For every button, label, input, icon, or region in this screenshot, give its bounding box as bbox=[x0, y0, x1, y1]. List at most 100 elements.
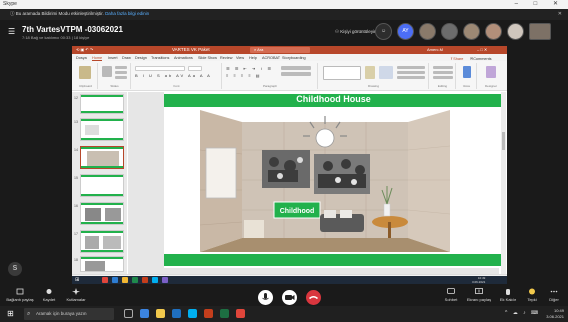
skype-icon[interactable] bbox=[152, 277, 158, 283]
slide-thumbnail[interactable] bbox=[80, 202, 124, 225]
tab-animations[interactable]: Animations bbox=[174, 56, 193, 60]
skype-logo-icon[interactable]: S bbox=[8, 262, 22, 276]
font-family-select[interactable] bbox=[135, 66, 185, 71]
slide-thumbnail-selected[interactable] bbox=[80, 146, 124, 169]
slide-thumbnail[interactable] bbox=[80, 230, 124, 253]
banner-link[interactable]: Daha fazla bilgi edinin bbox=[105, 11, 149, 16]
shape-outline-icon[interactable] bbox=[397, 71, 425, 74]
word-icon[interactable] bbox=[172, 309, 181, 318]
slide-scrollbar[interactable] bbox=[501, 92, 506, 274]
powerpoint-icon[interactable] bbox=[142, 277, 148, 283]
tab-storyboarding[interactable]: Storyboarding bbox=[282, 56, 306, 60]
reset-icon[interactable] bbox=[115, 71, 127, 74]
section-icon[interactable] bbox=[115, 76, 127, 79]
more-button[interactable]: Diğer bbox=[544, 288, 564, 302]
slide-thumbnail[interactable] bbox=[80, 118, 124, 141]
new-slide-icon[interactable] bbox=[102, 66, 112, 77]
slide-thumbnail[interactable] bbox=[80, 94, 124, 114]
ppt-search-input[interactable]: ⌕ Ara bbox=[250, 47, 310, 53]
slide-thumbnail[interactable] bbox=[80, 174, 124, 197]
ppt-window-controls[interactable]: – □ ✕ bbox=[477, 47, 487, 52]
reaction-button[interactable]: Tepki bbox=[522, 288, 542, 302]
autosave-toggle[interactable]: ⟲ ▣ ↶ ↷ bbox=[76, 47, 93, 52]
align-buttons[interactable]: ≡ ≡ ≡ ≡ ▤ bbox=[226, 73, 262, 78]
slide-thumbnail[interactable] bbox=[80, 256, 124, 272]
app-icon[interactable] bbox=[132, 277, 138, 283]
avatar[interactable] bbox=[463, 23, 480, 40]
comments-button[interactable]: ✉ Comments bbox=[470, 56, 492, 62]
invite-people-button[interactable]: ⚇ Kişiyi görüntüleyin bbox=[335, 29, 377, 35]
ppt-window-title: VARTES VK Paket bbox=[172, 47, 210, 52]
tab-transitions[interactable]: Transitions bbox=[151, 56, 169, 60]
window-title-bar: Skype – □ ✕ bbox=[0, 0, 568, 9]
powerpoint-icon[interactable] bbox=[204, 309, 213, 318]
chrome-icon[interactable] bbox=[236, 309, 245, 318]
tab-slideshow[interactable]: Slide Show bbox=[198, 56, 217, 60]
end-call-button[interactable] bbox=[306, 290, 321, 305]
avatar[interactable] bbox=[529, 23, 551, 40]
tab-review[interactable]: Review bbox=[220, 56, 232, 60]
font-size-select[interactable] bbox=[188, 66, 202, 71]
menu-icon[interactable]: ☰ bbox=[8, 27, 15, 36]
window-controls[interactable]: – □ ✕ bbox=[515, 0, 565, 7]
tab-help[interactable]: Help bbox=[249, 56, 257, 60]
excel-icon[interactable] bbox=[220, 309, 229, 318]
avatar[interactable] bbox=[419, 23, 436, 40]
share-button[interactable]: ⇪ Share bbox=[450, 56, 463, 62]
raise-hand-button[interactable]: Ek Kaldır bbox=[496, 288, 520, 302]
font-format-buttons[interactable]: B I U S ab AV Aa A A bbox=[135, 73, 212, 78]
tab-home[interactable]: Home bbox=[92, 56, 103, 61]
task-view-icon[interactable] bbox=[124, 309, 133, 318]
system-tray-clock[interactable]: 10:49 3.06.2021 bbox=[546, 308, 564, 320]
camera-button[interactable] bbox=[282, 290, 297, 305]
shape-fill-icon[interactable] bbox=[397, 66, 425, 69]
file-explorer-icon[interactable] bbox=[156, 309, 165, 318]
windows-start-icon[interactable]: ⊞ bbox=[7, 309, 14, 318]
align-text-icon[interactable] bbox=[281, 72, 311, 76]
shape-effects-icon[interactable] bbox=[397, 76, 425, 79]
close-icon[interactable]: ✕ bbox=[558, 11, 562, 17]
app-icon[interactable] bbox=[112, 277, 118, 283]
tray-icons[interactable]: ^ ☁ ♪ ⌨ bbox=[505, 310, 540, 316]
shapes-gallery[interactable] bbox=[323, 66, 361, 80]
tab-draw[interactable]: Draw bbox=[122, 56, 131, 60]
find-icon[interactable] bbox=[433, 66, 453, 69]
record-button[interactable]: Kaydet bbox=[38, 288, 60, 302]
skype-icon[interactable] bbox=[188, 309, 197, 318]
paragraph-buttons[interactable]: ☰ ☰ ⇤ ⇥ ↕ ☰ bbox=[226, 66, 273, 71]
slide-title[interactable]: Childhood House bbox=[164, 94, 503, 104]
app-icon[interactable] bbox=[122, 277, 128, 283]
avatar[interactable] bbox=[485, 23, 502, 40]
tab-acrobat[interactable]: ACROBAT bbox=[262, 56, 280, 60]
avatar[interactable] bbox=[441, 23, 458, 40]
paste-icon[interactable] bbox=[79, 66, 91, 79]
tab-design[interactable]: Design bbox=[135, 56, 147, 60]
text-direction-icon[interactable] bbox=[281, 66, 311, 70]
tab-insert[interactable]: Insert bbox=[108, 56, 118, 60]
avatar[interactable] bbox=[507, 23, 524, 40]
avatar[interactable]: AY bbox=[397, 23, 414, 40]
chat-button[interactable]: Sohbet bbox=[440, 288, 462, 302]
design-ideas-icon[interactable] bbox=[486, 66, 496, 78]
room-illustration[interactable]: Childhood bbox=[200, 110, 450, 252]
ppt-user[interactable]: Amerc.M bbox=[427, 47, 443, 52]
app-icon[interactable] bbox=[162, 277, 168, 283]
avatar[interactable]: ☺ bbox=[375, 23, 392, 40]
arrange-icon[interactable] bbox=[365, 66, 375, 79]
layout-icon[interactable] bbox=[115, 66, 127, 69]
edge-icon[interactable] bbox=[140, 309, 149, 318]
taskbar-search-input[interactable]: ⌕ Aramak için buraya yazın bbox=[24, 308, 114, 320]
windows-start-icon[interactable]: ⊞ bbox=[75, 277, 79, 283]
quick-styles-icon[interactable] bbox=[379, 66, 393, 79]
celebrations-button[interactable]: Kutlamalar bbox=[62, 288, 90, 302]
tab-view[interactable]: View bbox=[236, 56, 244, 60]
dictate-icon[interactable] bbox=[463, 66, 471, 78]
app-icon[interactable] bbox=[102, 277, 108, 283]
select-icon[interactable] bbox=[433, 76, 453, 79]
share-screen-button[interactable]: Ekranı paylaş bbox=[464, 288, 494, 302]
mute-button[interactable] bbox=[258, 290, 273, 305]
slide-canvas[interactable]: Childhood House Childhood bbox=[164, 92, 503, 268]
tab-file[interactable]: Dosya bbox=[76, 56, 87, 60]
replace-icon[interactable] bbox=[433, 71, 453, 74]
share-link-button[interactable]: Bağlantı paylaş bbox=[6, 288, 34, 302]
